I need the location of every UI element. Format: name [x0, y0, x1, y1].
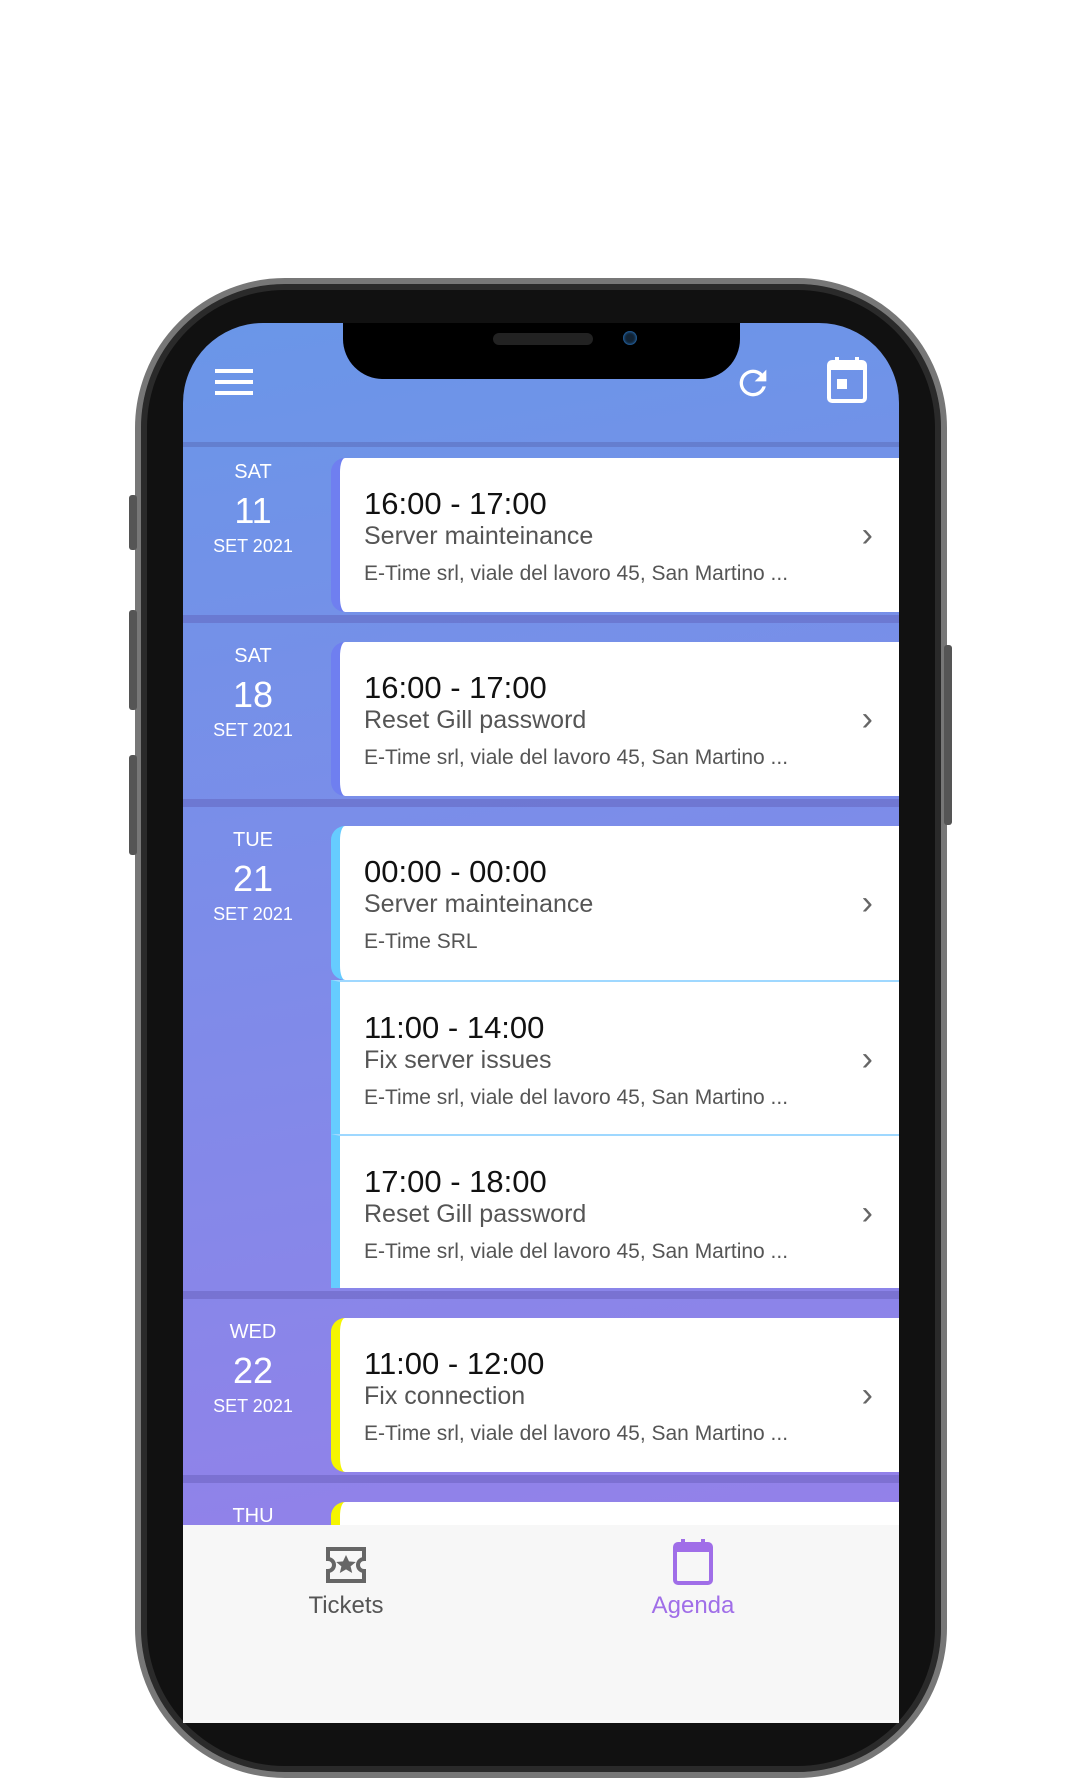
- event-card[interactable]: 17:00 - 18:00 Reset Gill password E-Time s…: [331, 1134, 899, 1288]
- event-address: E-Time srl, viale del lavoro 45, San Mar…: [364, 1422, 789, 1445]
- camera: [623, 331, 637, 345]
- day-number: 18: [232, 674, 274, 715]
- day-number: 11: [234, 490, 272, 531]
- month-year: SET 2021: [213, 536, 293, 556]
- phone-side-button: [129, 495, 137, 550]
- event-address: E-Time srl, viale del lavoro 45, San Mar…: [364, 746, 789, 769]
- day-of-week: SAT: [234, 645, 272, 667]
- day-number: 21: [232, 858, 274, 899]
- event-title: Reset Gill password: [364, 1200, 587, 1228]
- chevron-right-icon: ›: [861, 884, 873, 922]
- date-label: SAT 11 SET 2021: [183, 461, 323, 557]
- event-card[interactable]: 16:00 - 17:00 Reset Gill password E-Time s…: [331, 642, 899, 796]
- event-time: 16:00 - 17:00: [364, 486, 547, 521]
- phone-volume-down: [129, 755, 137, 855]
- event-card[interactable]: 11:00 - 12:00 Fix connection E-Time srl, v…: [331, 1318, 899, 1472]
- event-address: E-Time SRL: [364, 930, 478, 953]
- day-of-week: TUE: [233, 829, 273, 851]
- speaker: [493, 333, 593, 345]
- date-label: TUE 21 SET 2021: [183, 829, 323, 925]
- day-section: WED 22 SET 2021 11:00 - 12:00 Fix connection…: [183, 1307, 899, 1483]
- day-section: TUE 21 SET 2021 00:00 - 00:00 Server maintei…: [183, 815, 899, 1299]
- event-title: Fix server issues: [364, 1046, 552, 1074]
- event-card[interactable]: 16:00 - 17:00 Server mainteinance E-Time s…: [331, 458, 899, 612]
- day-of-week: SAT: [234, 461, 272, 483]
- event-title: Server mainteinance: [364, 522, 594, 550]
- nav-tickets[interactable]: Tickets: [246, 1545, 446, 1620]
- day-of-week: WED: [229, 1321, 277, 1343]
- phone-power-button: [944, 645, 952, 825]
- phone-volume-up: [129, 610, 137, 710]
- event-title: Fix connection: [364, 1382, 526, 1410]
- chevron-right-icon: ›: [861, 516, 873, 554]
- ticket-icon: [326, 1547, 366, 1583]
- event-address: E-Time srl, viale del lavoro 45, San Mar…: [364, 562, 789, 585]
- nav-agenda-label: Agenda: [651, 1592, 735, 1619]
- month-year: SET 2021: [213, 720, 293, 740]
- event-time: 17:00 - 18:00: [364, 1164, 547, 1199]
- event-time: 00:00 - 00:00: [364, 854, 547, 889]
- month-year: SET 2021: [213, 904, 293, 924]
- chevron-right-icon: ›: [861, 1040, 873, 1078]
- nav-agenda[interactable]: Agenda: [593, 1539, 793, 1620]
- event-card[interactable]: 11:00 - 14:00 Fix server issues E-Time srl…: [331, 980, 899, 1134]
- bottom-nav: Tickets Agenda: [183, 1525, 899, 1723]
- hamburger-icon[interactable]: [215, 367, 253, 397]
- event-time: 16:00 - 17:00: [364, 670, 547, 705]
- phone-notch: [343, 323, 740, 379]
- date-label: WED 22 SET 2021: [183, 1321, 323, 1417]
- day-section: SAT 11 SET 2021 16:00 - 17:00 Server maintei…: [183, 447, 899, 623]
- event-time: 11:00 - 14:00: [364, 1010, 545, 1045]
- chevron-right-icon: ›: [861, 700, 873, 738]
- app-screen: SAT 11 SET 2021 16:00 - 17:00 Server maintei…: [183, 323, 899, 1723]
- event-title: Reset Gill password: [364, 706, 587, 734]
- day-number: 22: [232, 1350, 274, 1391]
- nav-tickets-label: Tickets: [308, 1592, 384, 1619]
- event-address: E-Time srl, viale del lavoro 45, San Mar…: [364, 1240, 789, 1263]
- refresh-icon[interactable]: [733, 363, 773, 403]
- event-address: E-Time srl, viale del lavoro 45, San Mar…: [364, 1086, 789, 1109]
- chevron-right-icon: ›: [861, 1376, 873, 1414]
- date-label: SAT 18 SET 2021: [183, 645, 323, 741]
- event-time: 11:00 - 12:00: [364, 1346, 545, 1381]
- month-year: SET 2021: [213, 1396, 293, 1416]
- event-card[interactable]: 00:00 - 00:00 Server mainteinance E-Time S…: [331, 826, 899, 980]
- calendar-today-icon[interactable]: [827, 357, 867, 403]
- calendar-icon: [673, 1539, 713, 1585]
- event-title: Server mainteinance: [364, 890, 594, 918]
- chevron-right-icon: ›: [861, 1194, 873, 1232]
- day-section: SAT 18 SET 2021 16:00 - 17:00 Reset Gill pas…: [183, 631, 899, 807]
